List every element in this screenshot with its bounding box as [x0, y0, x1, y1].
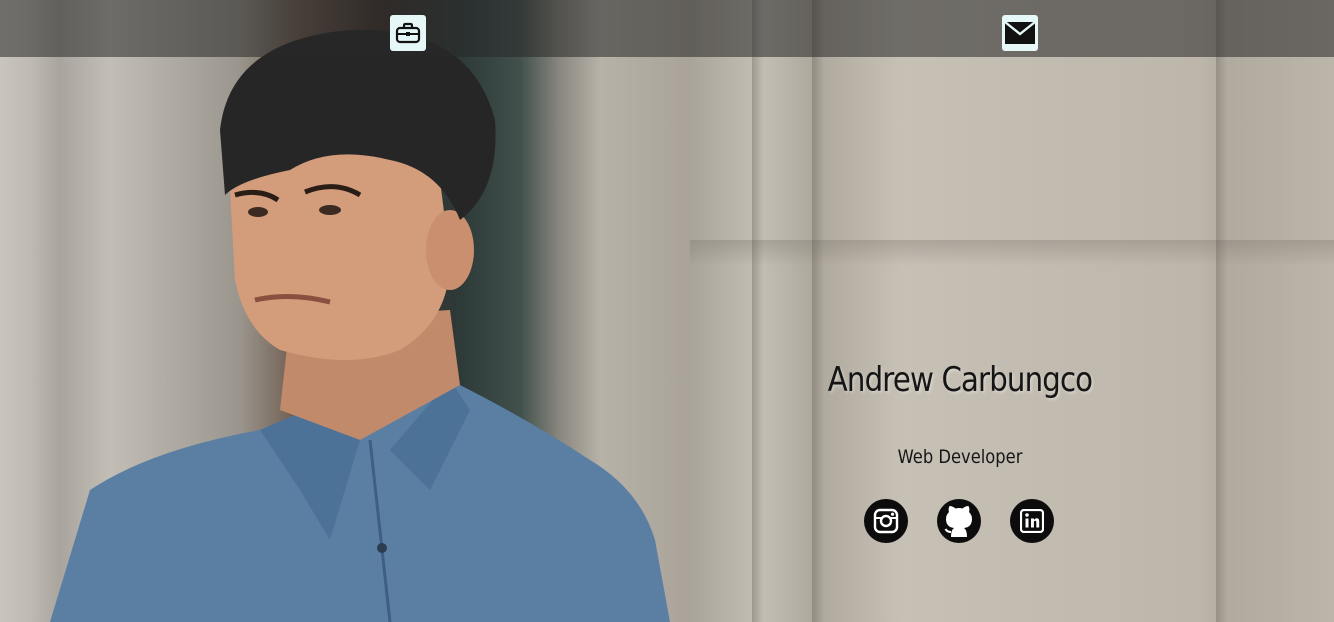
- github-link[interactable]: [937, 499, 981, 543]
- hero-section: Andrew Carbungco Web Developer: [0, 0, 1334, 622]
- portrait-photo: [50, 29, 670, 622]
- hero-name: Andrew Carbungco: [827, 360, 1093, 400]
- top-nav-bar: [0, 0, 1334, 57]
- social-links: [864, 499, 1054, 543]
- linkedin-icon: [1020, 509, 1044, 533]
- stone-column-edge: [1216, 0, 1228, 622]
- instagram-link[interactable]: [864, 499, 908, 543]
- nav-contact-button[interactable]: [1002, 15, 1038, 51]
- nav-portfolio-button[interactable]: [390, 15, 426, 51]
- stone-column-edge: [812, 0, 824, 622]
- briefcase-icon: [395, 22, 421, 44]
- stone-ledge: [690, 240, 1334, 266]
- linkedin-link[interactable]: [1010, 499, 1054, 543]
- hero-role: Web Developer: [897, 446, 1023, 468]
- github-icon: [944, 506, 972, 537]
- stone-column-edge: [752, 0, 764, 622]
- instagram-icon: [873, 508, 899, 534]
- envelope-icon: [1004, 21, 1036, 44]
